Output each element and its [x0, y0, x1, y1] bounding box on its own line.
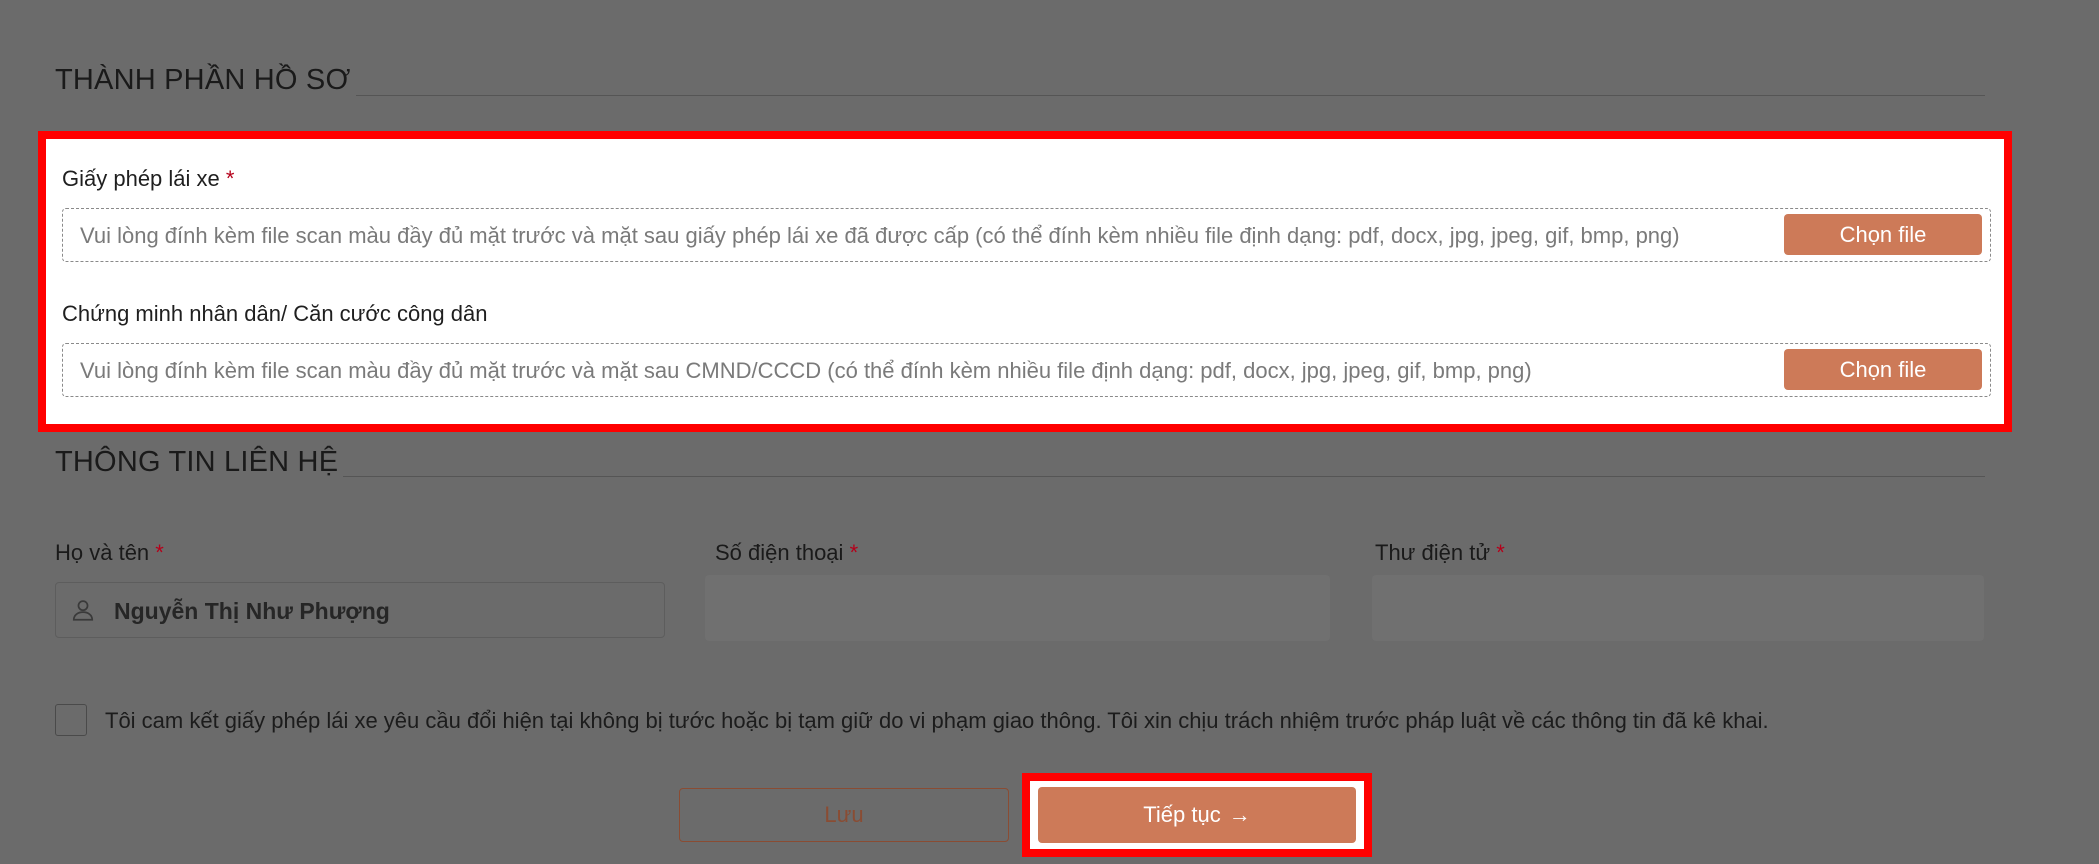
- continue-highlight-box: Tiếp tục →: [1022, 773, 1372, 857]
- full-name-value: Nguyễn Thị Như Phượng: [114, 598, 390, 624]
- email-input[interactable]: [1372, 575, 1984, 641]
- user-icon: [72, 600, 94, 621]
- required-mark: *: [1496, 540, 1505, 565]
- arrow-right-icon: →: [1228, 802, 1251, 827]
- commitment-checkbox[interactable]: [55, 704, 87, 736]
- full-name-input[interactable]: Nguyễn Thị Như Phượng: [55, 582, 665, 638]
- driving-license-choose-file-button[interactable]: Chọn file: [1784, 214, 1982, 255]
- documents-section-title: THÀNH PHẦN HỒ SƠ: [55, 64, 351, 96]
- driving-license-hint: Vui lòng đính kèm file scan màu đầy đủ m…: [80, 223, 1680, 248]
- phone-label: Số điện thoại *: [715, 540, 859, 565]
- documents-section-divider: [356, 95, 1985, 96]
- required-mark: *: [155, 540, 164, 565]
- required-mark: *: [225, 166, 235, 191]
- email-label: Thư điện tử *: [1375, 540, 1505, 565]
- id-card-upload[interactable]: Vui lòng đính kèm file scan màu đầy đủ m…: [62, 343, 1991, 397]
- contact-section-title: THÔNG TIN LIÊN HỆ: [55, 446, 339, 478]
- contact-section-divider: [343, 476, 1985, 477]
- save-button[interactable]: Lưu: [679, 788, 1009, 842]
- continue-button[interactable]: Tiếp tục →: [1038, 787, 1356, 843]
- required-mark: *: [849, 540, 859, 565]
- id-card-hint: Vui lòng đính kèm file scan màu đầy đủ m…: [80, 358, 1532, 383]
- phone-input[interactable]: [705, 575, 1330, 641]
- documents-highlight-box: Giấy phép lái xe * Vui lòng đính kèm fil…: [38, 131, 2012, 432]
- id-card-choose-file-button[interactable]: Chọn file: [1784, 349, 1982, 390]
- full-name-label: Họ và tên *: [55, 540, 164, 565]
- driving-license-label: Giấy phép lái xe *: [62, 166, 235, 191]
- driving-license-upload[interactable]: Vui lòng đính kèm file scan màu đầy đủ m…: [62, 208, 1991, 262]
- continue-label: Tiếp tục: [1143, 802, 1221, 827]
- id-card-label: Chứng minh nhân dân/ Căn cước công dân: [62, 301, 488, 326]
- commitment-text: Tôi cam kết giấy phép lái xe yêu cầu đổi…: [105, 708, 1769, 733]
